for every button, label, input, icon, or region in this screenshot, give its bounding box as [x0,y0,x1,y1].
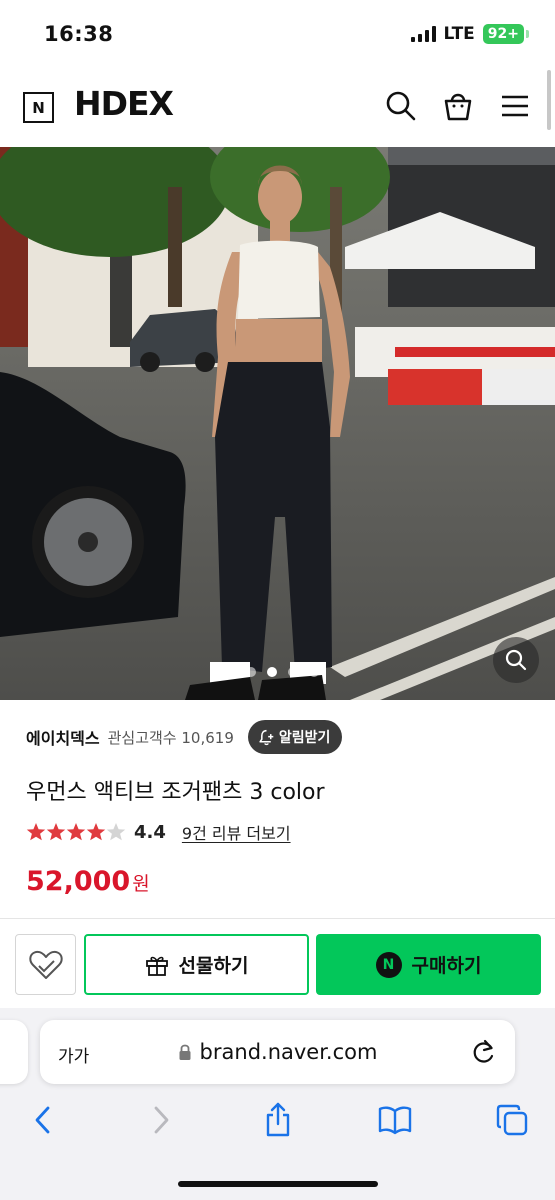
share-icon [266,1102,290,1137]
product-image[interactable] [0,147,555,700]
shopping-bag-icon[interactable] [442,90,474,122]
browser-toolbar [0,1100,555,1140]
store-name[interactable]: 에이치덱스 [26,725,100,749]
menu-icon[interactable] [499,90,531,122]
status-bar: 16:38 LTE 92+ [0,0,555,70]
notification-button[interactable]: 알림받기 [247,720,343,754]
carousel-dots [0,667,555,677]
reload-icon[interactable] [471,1038,497,1066]
lock-icon [179,1044,191,1060]
naverpay-icon: N [375,951,402,978]
wishlist-button[interactable] [15,934,76,995]
naver-brand-logo[interactable]: N [23,92,54,123]
buy-button[interactable]: N 구매하기 [316,934,541,995]
search-icon[interactable] [385,90,417,122]
share-button[interactable] [258,1100,298,1140]
price-unit: 원 [132,873,150,895]
zoom-button[interactable] [493,637,539,683]
carousel-dot[interactable] [309,667,319,677]
price-row: 52,000 원 [26,866,150,897]
brand-logo[interactable]: HDEX [74,84,174,123]
gift-icon [145,956,168,976]
tabs-icon [496,1104,528,1136]
status-indicators: LTE 92+ [410,24,529,44]
browser-bottom-bar: 가가 brand.naver.com [0,1008,555,1200]
site-header: N HDEX [0,70,555,146]
status-time: 16:38 [44,22,114,46]
rating-row: 4.4 9건 리뷰 더보기 [26,820,291,844]
zoom-search-icon [505,649,527,671]
carousel-dot-active[interactable] [267,667,277,677]
buy-button-label: 구매하기 [411,955,482,977]
url-text: brand.naver.com [199,1040,378,1064]
product-photo [0,147,555,700]
carousel-dot[interactable] [288,667,298,677]
bookmarks-button[interactable] [375,1100,415,1140]
battery-tip [526,30,529,38]
battery-icon: 92+ [482,24,524,44]
address-bar[interactable]: 가가 brand.naver.com [40,1020,515,1084]
url-display: brand.naver.com [40,1040,515,1064]
chevron-left-icon [35,1106,50,1134]
home-indicator [178,1181,378,1187]
heart-icon [28,950,63,979]
forward-button[interactable] [142,1100,182,1140]
store-row: 에이치덱스 관심고객수 10,619 알림받기 [26,720,343,754]
rating-value: 4.4 [134,821,166,843]
signal-icon [410,26,436,42]
bell-plus-icon [259,729,274,745]
product-title: 우먼스 액티브 조거팬츠 3 color [26,780,325,805]
page-scrollbar[interactable] [547,70,551,130]
purchase-bar: 선물하기 N 구매하기 [0,918,555,1008]
price-value: 52,000 [26,866,131,897]
carousel-dot[interactable] [246,667,256,677]
book-icon [378,1106,412,1135]
tabs-button[interactable] [492,1100,532,1140]
follower-count: 관심고객수 10,619 [107,728,234,747]
chevron-right-icon [154,1106,169,1134]
previous-tab-preview[interactable] [0,1020,28,1084]
back-button[interactable] [22,1100,62,1140]
gift-button-label: 선물하기 [178,955,249,977]
review-link[interactable]: 9건 리뷰 더보기 [182,820,291,844]
rating-stars-icon [26,823,126,841]
notification-button-label: 알림받기 [278,730,331,746]
gift-button[interactable]: 선물하기 [84,934,309,995]
network-label: LTE [443,24,475,44]
